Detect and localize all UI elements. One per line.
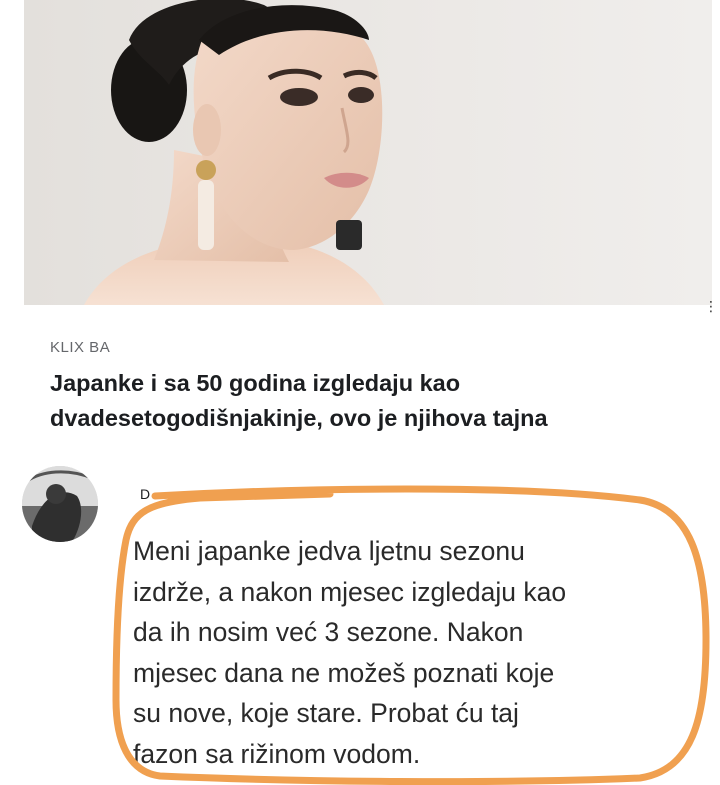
more-options-icon[interactable]: ⋮ — [704, 296, 718, 318]
portrait-illustration — [84, 0, 384, 305]
comment-author[interactable]: D — [140, 486, 154, 500]
avatar[interactable] — [22, 466, 98, 542]
comment-text: Meni japanke jedva ljetnu sezonu izdrže,… — [133, 536, 567, 769]
article-image[interactable] — [24, 0, 712, 305]
avatar-image — [22, 466, 98, 542]
article-headline[interactable]: Japanke i sa 50 godina izgledaju kao dva… — [50, 366, 715, 436]
article-source: KLIX BA — [50, 339, 111, 356]
